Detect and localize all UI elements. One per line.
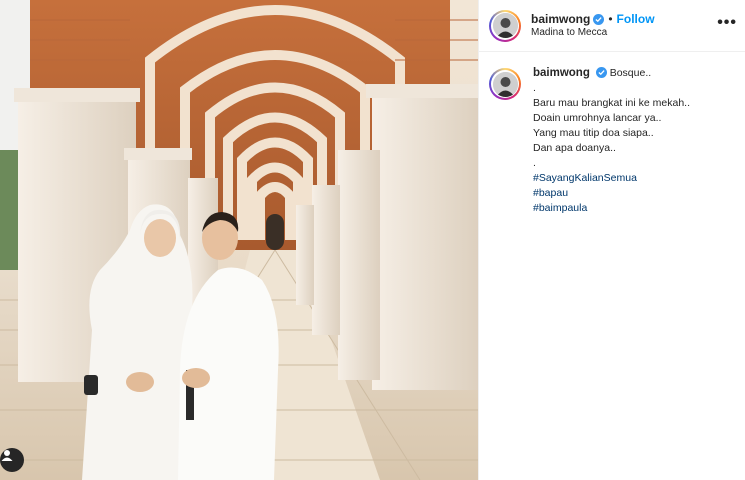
caption-line: Yang mau titip doa siapa.. [533, 127, 654, 139]
caption-line: Doain umrohnya lancar ya.. [533, 112, 662, 124]
avatar [492, 13, 518, 38]
follow-button[interactable]: Follow [617, 12, 655, 27]
location-link[interactable]: Madina to Mecca [531, 27, 655, 40]
more-options-icon[interactable]: ••• [717, 14, 737, 32]
caption-line: Dan apa doanya.. [533, 142, 616, 154]
verified-badge-icon [593, 13, 605, 25]
hashtag-link[interactable]: #baimpaula [533, 201, 690, 216]
post-photo[interactable] [0, 0, 478, 480]
instagram-post: baimwong • Follow Madina to Mecca ••• ba… [0, 0, 745, 480]
post-sidebar: baimwong • Follow Madina to Mecca ••• ba… [478, 0, 745, 480]
verified-badge-icon [595, 67, 607, 78]
profile-avatar[interactable] [489, 9, 521, 42]
separator-dot: • [608, 11, 613, 26]
person-tag-icon[interactable] [0, 448, 24, 472]
username-link[interactable]: baimwong [531, 12, 590, 27]
caption-line: . [533, 82, 536, 94]
caption-line: . [533, 157, 536, 169]
caption-block: baimwong Bosque.. . Baru mau brangkat in… [479, 52, 745, 216]
hashtag-link[interactable]: #SayangKalianSemua [533, 171, 690, 186]
hashtag-link[interactable]: #bapau [533, 186, 690, 201]
caption-line: Baru mau brangkat ini ke mekah.. [533, 97, 690, 109]
caption-username-link[interactable]: baimwong [533, 67, 590, 79]
post-header: baimwong • Follow Madina to Mecca ••• [479, 0, 745, 52]
caption-text: baimwong Bosque.. . Baru mau brangkat in… [533, 66, 690, 216]
caption-avatar[interactable] [489, 68, 521, 100]
mosque-corridor-image [0, 0, 478, 480]
avatar [492, 71, 518, 97]
caption-first-line: Bosque.. [609, 67, 652, 79]
